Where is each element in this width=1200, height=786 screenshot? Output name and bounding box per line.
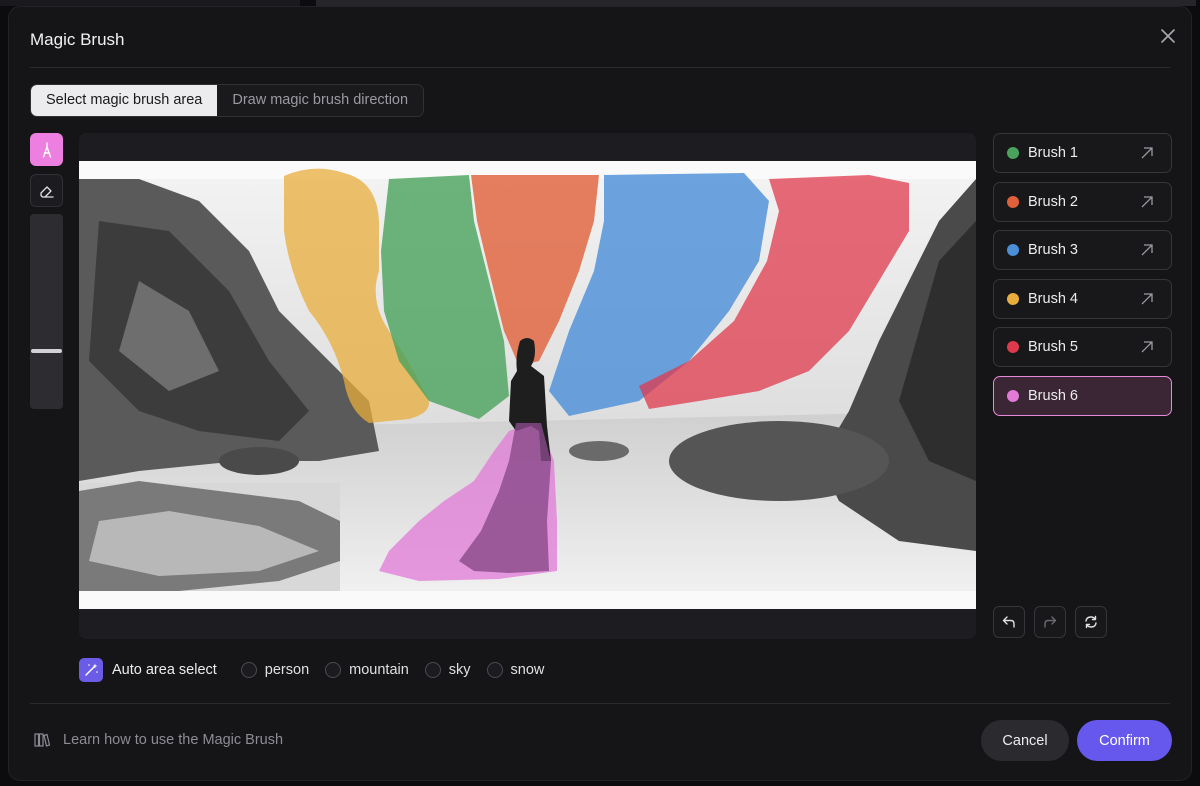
- brush-label: Brush 2: [1028, 193, 1078, 210]
- eraser-icon: [39, 185, 54, 198]
- brush-label: Brush 6: [1028, 387, 1078, 404]
- tab-draw-direction[interactable]: Draw magic brush direction: [217, 85, 424, 116]
- cancel-button[interactable]: Cancel: [981, 720, 1069, 761]
- option-checkbox[interactable]: [486, 662, 503, 678]
- redo-button[interactable]: [1034, 606, 1066, 638]
- brush-color-dot: [1007, 292, 1019, 305]
- brush-color-dot: [1007, 195, 1019, 208]
- option-label: mountain: [349, 662, 409, 678]
- magic-brush-dialog: Magic Brush Select magic brush area Draw…: [8, 6, 1192, 781]
- undo-icon: [1002, 616, 1015, 628]
- reset-button[interactable]: [1075, 606, 1107, 638]
- mode-tabs: Select magic brush area Draw magic brush…: [30, 84, 425, 117]
- brush-color-dot: [1007, 389, 1019, 402]
- brush-size-slider[interactable]: [30, 214, 63, 409]
- brush-item-5[interactable]: Brush 5: [993, 327, 1172, 368]
- close-icon[interactable]: [1158, 26, 1178, 46]
- auto-select-row: Auto area select person mountain sky sno…: [79, 658, 560, 682]
- auto-select-label: Auto area select: [112, 662, 217, 678]
- arrow-up-right-icon[interactable]: [1140, 340, 1154, 354]
- option-checkbox[interactable]: [325, 662, 342, 678]
- brush-label: Brush 5: [1028, 339, 1078, 356]
- brush-tool-button[interactable]: [30, 133, 63, 166]
- option-checkbox[interactable]: [424, 662, 441, 678]
- header-divider: [30, 67, 1170, 68]
- eraser-tool-button[interactable]: [30, 174, 63, 207]
- option-mountain[interactable]: mountain: [325, 662, 409, 678]
- photo-canvas[interactable]: [79, 161, 976, 609]
- brush-item-2[interactable]: Brush 2: [993, 181, 1172, 222]
- option-checkbox[interactable]: [240, 662, 257, 678]
- option-label: sky: [448, 662, 471, 678]
- magic-wand-icon: [85, 663, 98, 676]
- redo-icon: [1044, 616, 1057, 628]
- brush-color-dot: [1007, 244, 1019, 257]
- brush-list: Brush 1 Brush 2 Brush 3 Brush 4 Brush 5 …: [993, 133, 1172, 425]
- brush-item-3[interactable]: Brush 3: [993, 230, 1172, 271]
- arrow-up-right-icon[interactable]: [1140, 195, 1154, 209]
- arrow-up-right-icon[interactable]: [1140, 146, 1154, 160]
- footer-divider: [30, 703, 1170, 704]
- brush-color-dot: [1007, 341, 1019, 354]
- arrow-up-right-icon[interactable]: [1140, 243, 1154, 257]
- option-label: person: [264, 662, 310, 678]
- brush-item-6[interactable]: Brush 6: [993, 375, 1172, 416]
- undo-button[interactable]: [993, 606, 1025, 638]
- option-person[interactable]: person: [240, 662, 310, 678]
- confirm-button[interactable]: Confirm: [1077, 720, 1172, 761]
- brush-color-dot: [1007, 147, 1019, 159]
- brush-size-handle[interactable]: [31, 348, 62, 353]
- option-snow[interactable]: snow: [486, 662, 545, 678]
- books-icon: [34, 733, 51, 747]
- dialog-title: Magic Brush: [30, 30, 125, 49]
- reset-icon: [1085, 615, 1097, 629]
- brush-item-1[interactable]: Brush 1: [993, 133, 1172, 173]
- auto-select-button[interactable]: [79, 658, 103, 682]
- learn-link[interactable]: Learn how to use the Magic Brush: [33, 731, 283, 749]
- option-label: snow: [510, 662, 545, 678]
- brush-item-4[interactable]: Brush 4: [993, 278, 1172, 319]
- arrow-up-right-icon[interactable]: [1140, 292, 1154, 306]
- canvas-area[interactable]: [79, 133, 976, 639]
- option-sky[interactable]: sky: [424, 662, 471, 678]
- brush-label: Brush 1: [1028, 145, 1078, 161]
- brush-label: Brush 4: [1028, 290, 1078, 307]
- brush-icon: [42, 141, 51, 158]
- tab-select-area[interactable]: Select magic brush area: [31, 85, 218, 116]
- brush-label: Brush 3: [1028, 242, 1078, 259]
- photo-with-brush-masks: [79, 161, 976, 609]
- learn-text[interactable]: Learn how to use the Magic Brush: [63, 732, 283, 748]
